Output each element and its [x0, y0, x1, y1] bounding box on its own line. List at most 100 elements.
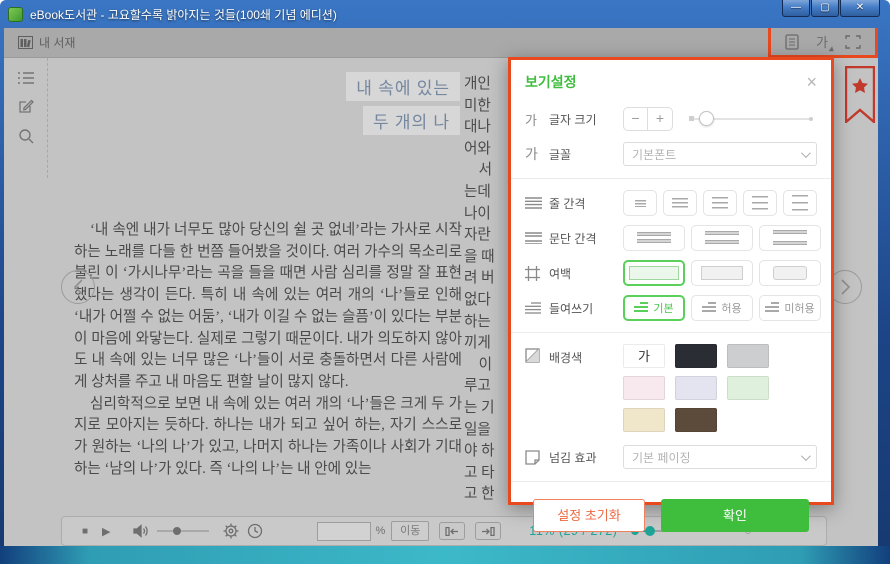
volume-slider-handle[interactable] — [173, 527, 181, 535]
bg-swatch-brown[interactable] — [675, 408, 717, 432]
line-spacing-option-2[interactable] — [663, 190, 697, 216]
indent-label: 들여쓰기 — [549, 300, 623, 317]
divider — [511, 178, 831, 179]
jump-to-start-button[interactable] — [439, 522, 465, 540]
margin-option-3[interactable] — [759, 260, 821, 286]
right-page-fragments: 개인미한대나어와 서는데나이자란을 때려 버없다하는끼게 이루고는 기일을야 하… — [464, 74, 510, 506]
view-settings-panel: 보기설정 × 가 글자 크기 − + 가 글꼴 — [508, 57, 834, 505]
tts-play-button[interactable]: ▶ — [102, 525, 110, 538]
page-turn-icon — [525, 450, 549, 465]
tts-stop-button[interactable]: ■ — [82, 526, 88, 537]
right-page-line: 서 — [464, 160, 510, 182]
background-color-icon — [525, 348, 549, 363]
bg-swatch-black[interactable] — [675, 344, 717, 368]
right-page-line: 루고 — [464, 376, 510, 398]
right-page-line: 대나 — [464, 117, 510, 139]
chapter-title: 내 속에 있는 두 개의 나 — [74, 72, 460, 140]
maximize-button[interactable]: ▢ — [811, 0, 839, 17]
slider-right-cap — [809, 117, 813, 121]
window-bottom-frame — [0, 546, 890, 564]
right-page-line: 는 기 — [464, 398, 510, 420]
right-page-line: 을 때 — [464, 247, 510, 269]
jump-to-end-button[interactable] — [475, 522, 501, 540]
goto-button[interactable]: 이동 — [391, 521, 429, 541]
view-settings-icon[interactable]: 가 — [816, 32, 828, 51]
margin-option-2[interactable] — [691, 260, 753, 286]
bg-swatch-beige[interactable] — [623, 408, 665, 432]
close-panel-icon[interactable]: × — [806, 75, 817, 89]
indent-option-disallow[interactable]: 미허용 — [759, 295, 821, 321]
toc-page-icon[interactable] — [785, 34, 799, 50]
bookshelf-icon — [18, 36, 33, 49]
line-spacing-option-1[interactable] — [623, 190, 657, 216]
top-bar: 내 서재 가 — [4, 28, 878, 58]
panel-title: 보기설정 — [525, 72, 577, 92]
confirm-button[interactable]: 확인 — [661, 499, 809, 532]
page-effect-dropdown[interactable]: 기본 페이징 — [623, 445, 817, 469]
my-library-button[interactable]: 내 서재 — [18, 34, 75, 51]
reader-sidebar — [4, 58, 48, 178]
margin-option-1-selected[interactable] — [623, 260, 685, 286]
right-page-line: 자란 — [464, 225, 510, 247]
right-page-line: 나이 — [464, 204, 510, 226]
bg-swatch-lavender[interactable] — [675, 376, 717, 400]
reset-settings-button[interactable]: 설정 초기화 — [533, 499, 645, 532]
background-color-label: 배경색 — [549, 349, 623, 366]
line-spacing-option-3[interactable] — [703, 190, 737, 216]
bg-swatch-gray[interactable] — [727, 344, 769, 368]
font-family-icon: 가 — [525, 144, 549, 164]
font-size-slider-handle[interactable] — [699, 111, 714, 126]
chevron-down-icon — [801, 148, 811, 158]
book-text: ‘내 속엔 내가 너무도 많아 당신의 쉴 곳 없네’라는 가사로 시작하는 노… — [74, 220, 462, 480]
right-page-line: 고 한 — [464, 484, 510, 506]
line-spacing-option-5[interactable] — [783, 190, 817, 216]
right-page-line: 는데 — [464, 182, 510, 204]
paragraph-spacing-option-3[interactable] — [759, 225, 821, 251]
font-size-slider[interactable] — [689, 118, 813, 120]
previous-page-button[interactable] — [61, 270, 95, 304]
volume-icon[interactable] — [133, 524, 149, 538]
font-family-dropdown[interactable]: 기본폰트 — [623, 142, 817, 166]
bg-swatch-green[interactable] — [727, 376, 769, 400]
line-spacing-option-4[interactable] — [743, 190, 777, 216]
minimize-button[interactable]: — — [782, 0, 810, 17]
line-spacing-icon — [525, 197, 549, 209]
paragraph-spacing-option-2[interactable] — [691, 225, 753, 251]
search-icon[interactable] — [18, 128, 34, 144]
font-size-decrease-button[interactable]: − — [624, 108, 648, 130]
divider — [511, 332, 831, 333]
page-effect-value: 기본 페이징 — [632, 449, 691, 466]
toolbar-highlight-box: 가 — [768, 28, 878, 58]
right-page-line: 하는 — [464, 312, 510, 334]
indent-icon — [525, 302, 549, 314]
divider — [511, 481, 831, 482]
font-family-value: 기본폰트 — [632, 146, 676, 163]
table-of-contents-icon[interactable] — [18, 72, 34, 84]
bg-swatch-white[interactable]: 가 — [623, 344, 665, 368]
tts-settings-gear-icon[interactable] — [223, 523, 239, 539]
right-page-line: 려 버 — [464, 268, 510, 290]
fullscreen-icon[interactable] — [845, 35, 861, 49]
font-family-label: 글꼴 — [549, 146, 623, 163]
bookmark-ribbon-icon[interactable] — [845, 66, 875, 123]
note-edit-icon[interactable] — [18, 98, 34, 114]
font-size-increase-button[interactable]: + — [648, 108, 672, 130]
reading-timer-icon[interactable] — [247, 523, 263, 539]
indent-option-default-selected[interactable]: 기본 — [623, 295, 685, 321]
my-library-label: 내 서재 — [39, 34, 75, 51]
chevron-down-icon — [801, 451, 811, 461]
paragraph-1: ‘내 속엔 내가 너무도 많아 당신의 쉴 곳 없네’라는 가사로 시작하는 노… — [74, 220, 462, 394]
slider-left-cap — [689, 116, 694, 121]
line-spacing-label: 줄 간격 — [549, 195, 623, 212]
right-page-line: 미한 — [464, 96, 510, 118]
close-window-button[interactable]: ✕ — [840, 0, 880, 17]
paragraph-spacing-option-1[interactable] — [623, 225, 685, 251]
page-percent-input[interactable] — [317, 522, 371, 541]
indent-option-allow[interactable]: 허용 — [691, 295, 753, 321]
margin-icon — [525, 266, 549, 281]
bg-swatch-pink[interactable] — [623, 376, 665, 400]
paragraph-spacing-label: 문단 간격 — [549, 230, 623, 247]
right-page-line: 개인 — [464, 74, 510, 96]
volume-slider[interactable] — [157, 530, 209, 532]
right-page-line: 야 하 — [464, 441, 510, 463]
